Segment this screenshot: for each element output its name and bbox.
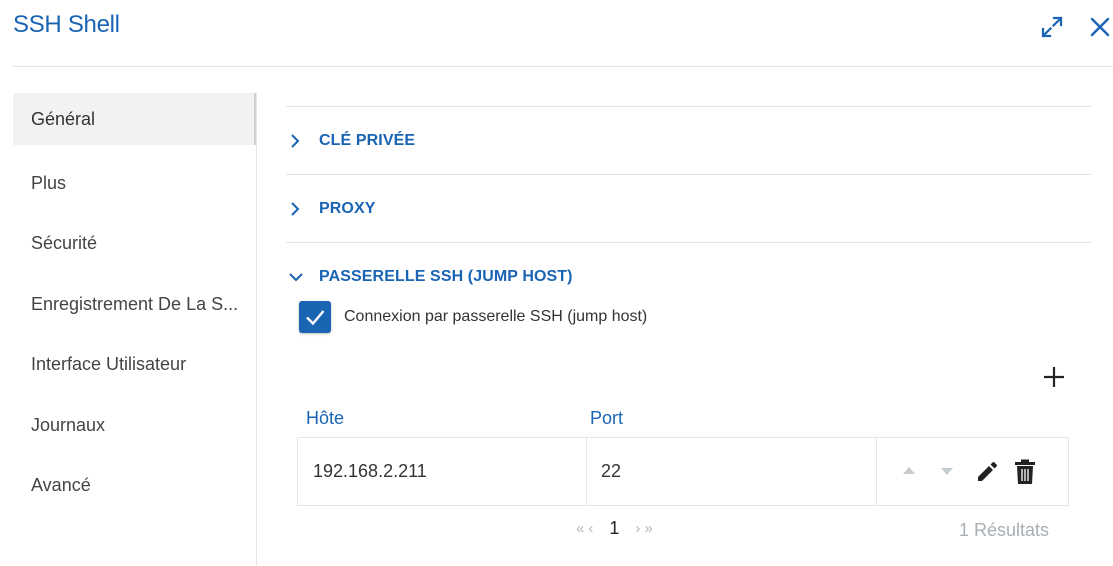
sidebar-item-user-interface[interactable]: Interface Utilisateur xyxy=(13,335,256,396)
checkmark-icon xyxy=(306,310,325,326)
move-up-icon[interactable] xyxy=(901,465,917,475)
chevron-down-icon xyxy=(288,270,310,284)
chevron-right-icon xyxy=(288,133,310,149)
section-label: PROXY xyxy=(319,199,376,217)
pagination: « ‹ 1 › » xyxy=(576,516,653,540)
expand-icon xyxy=(1041,16,1063,38)
sidebar-item-security[interactable]: Sécurité xyxy=(13,214,256,275)
edit-icon[interactable] xyxy=(973,458,1001,486)
host-cell: 192.168.2.211 xyxy=(298,438,587,505)
sidebar-item-more[interactable]: Plus xyxy=(13,153,256,214)
column-header-host[interactable]: Hôte xyxy=(306,408,344,429)
jump-host-checkbox[interactable] xyxy=(299,301,331,333)
table-row[interactable]: 192.168.2.211 22 xyxy=(297,437,1069,506)
sidebar-divider xyxy=(256,93,257,566)
jump-host-checkbox-label: Connexion par passerelle SSH (jump host) xyxy=(344,308,648,325)
section-private-key[interactable]: CLÉ PRIVÉE xyxy=(286,106,1091,174)
section-label: CLÉ PRIVÉE xyxy=(319,131,416,149)
sidebar-item-general[interactable]: Général xyxy=(13,93,256,145)
close-button[interactable] xyxy=(1086,13,1113,41)
plus-icon xyxy=(1044,367,1064,387)
chevron-right-icon xyxy=(288,201,310,217)
sidebar-item-session-recording[interactable]: Enregistrement De La S... xyxy=(13,274,256,335)
jump-host-checkbox-row: Connexion par passerelle SSH (jump host) xyxy=(299,301,647,333)
sidebar-item-advanced[interactable]: Avancé xyxy=(13,456,256,517)
close-icon xyxy=(1090,17,1110,37)
expand-button[interactable] xyxy=(1038,13,1066,41)
section-jump-host[interactable]: PASSERELLE SSH (JUMP HOST) xyxy=(286,242,1091,310)
section-proxy[interactable]: PROXY xyxy=(286,174,1091,242)
prev-page-button[interactable]: ‹ xyxy=(588,520,593,537)
port-cell: 22 xyxy=(587,438,877,505)
header-divider xyxy=(13,66,1113,67)
last-page-button[interactable]: » xyxy=(644,520,652,537)
trash-icon[interactable] xyxy=(1013,458,1037,486)
next-page-button[interactable]: › xyxy=(635,520,640,537)
dialog-title: SSH Shell xyxy=(13,11,120,38)
results-count: 1 Résultats xyxy=(959,520,1050,540)
move-down-icon[interactable] xyxy=(939,467,955,477)
add-jump-host-button[interactable] xyxy=(1040,363,1068,391)
sidebar-nav: Général Plus Sécurité Enregistrement De … xyxy=(13,93,256,516)
dialog-header: SSH Shell xyxy=(0,0,1113,67)
sidebar-item-logs[interactable]: Journaux xyxy=(13,395,256,456)
current-page[interactable]: 1 xyxy=(609,518,619,539)
section-label: PASSERELLE SSH (JUMP HOST) xyxy=(319,267,573,285)
column-header-port[interactable]: Port xyxy=(590,408,623,429)
row-actions xyxy=(877,438,1068,505)
first-page-button[interactable]: « xyxy=(576,520,584,537)
settings-content: CLÉ PRIVÉE PROXY PASSERELLE SSH (JUMP HO… xyxy=(286,106,1091,310)
